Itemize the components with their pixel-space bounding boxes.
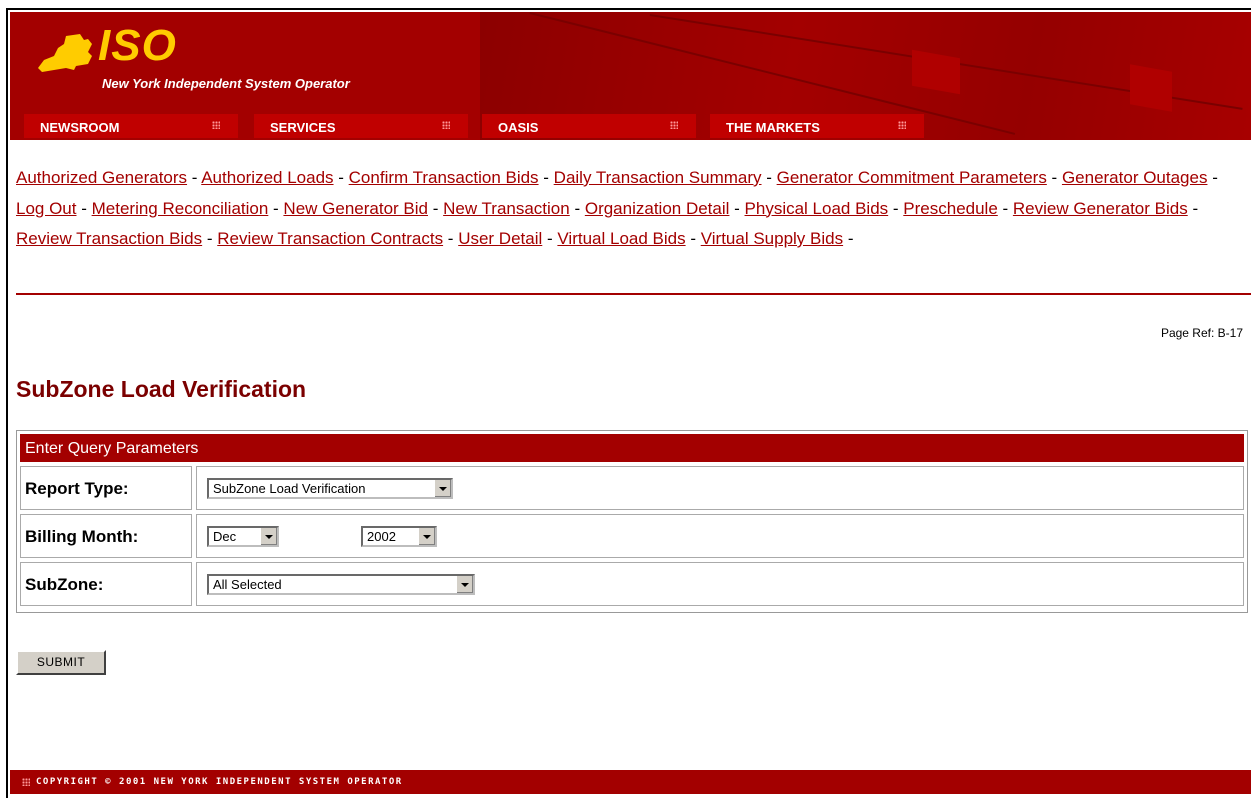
nav-link-daily-transaction-summary[interactable]: Daily Transaction Summary (554, 168, 762, 187)
link-separator: - (542, 229, 558, 248)
query-parameters-table: Enter Query Parameters Report Type: SubZ… (16, 430, 1248, 613)
report-type-label: Report Type: (20, 466, 192, 510)
nav-link-review-transaction-contracts[interactable]: Review Transaction Contracts (217, 229, 443, 248)
nav-link-physical-load-bids[interactable]: Physical Load Bids (745, 199, 889, 218)
nav-link-preschedule[interactable]: Preschedule (903, 199, 998, 218)
link-separator: - (268, 198, 284, 218)
link-separator: - (761, 168, 777, 187)
link-separator: - (997, 198, 1013, 218)
nav-tab-label: OASIS (498, 120, 539, 135)
grip-icon (22, 778, 30, 786)
link-separator: - (538, 168, 554, 187)
logo-wordmark[interactable]: ISO (98, 22, 177, 70)
link-separator: - (843, 229, 854, 248)
link-separator: - (685, 229, 701, 248)
nav-link-new-transaction[interactable]: New Transaction (443, 199, 570, 218)
nav-link-metering-reconciliation[interactable]: Metering Reconciliation (92, 199, 269, 218)
divider (16, 293, 1251, 295)
submit-button[interactable]: SUBMIT (16, 650, 106, 675)
subzone-row: SubZone: All Selected (20, 562, 1244, 606)
month-select[interactable]: Dec (207, 526, 279, 547)
dropdown-arrow-icon[interactable] (434, 480, 451, 497)
logo-tagline: New York Independent System Operator (102, 76, 350, 91)
nav-link-generator-outages[interactable]: Generator Outages (1062, 168, 1208, 187)
nav-link-new-generator-bid[interactable]: New Generator Bid (283, 199, 428, 218)
link-separator: - (569, 198, 585, 218)
link-separator: - (729, 198, 745, 218)
billing-month-label: Billing Month: (20, 514, 192, 558)
link-separator: - (888, 198, 904, 218)
link-separator: - (333, 168, 349, 187)
function-links: Authorized Generators - Authorized Loads… (16, 163, 1250, 255)
nav-tab-services[interactable]: SERVICES (254, 114, 468, 138)
nav-tab-label: NEWSROOM (40, 120, 120, 135)
nav-link-virtual-load-bids[interactable]: Virtual Load Bids (557, 229, 685, 248)
subzone-label: SubZone: (20, 562, 192, 606)
query-header: Enter Query Parameters (20, 434, 1244, 462)
nav-link-virtual-supply-bids[interactable]: Virtual Supply Bids (701, 229, 843, 248)
month-value: Dec (213, 529, 237, 544)
link-separator: - (1187, 198, 1199, 218)
browser-page: ISO New York Independent System Operator… (6, 8, 1251, 798)
nav-link-authorized-generators[interactable]: Authorized Generators (16, 168, 187, 187)
dropdown-arrow-icon[interactable] (260, 528, 277, 545)
grip-icon (898, 121, 906, 129)
report-type-value: SubZone Load Verification (213, 481, 366, 496)
link-separator: - (428, 198, 444, 218)
copyright-text: COPYRIGHT © 2001 NEW YORK INDEPENDENT SY… (36, 777, 403, 787)
new-york-state-icon (38, 34, 92, 72)
footer: COPYRIGHT © 2001 NEW YORK INDEPENDENT SY… (10, 770, 1251, 794)
link-separator: - (76, 198, 92, 218)
site-header: ISO New York Independent System Operator… (10, 12, 1251, 140)
page-title: SubZone Load Verification (16, 376, 307, 402)
nav-tab-label: SERVICES (270, 120, 336, 135)
nav-tab-label: THE MARKETS (726, 120, 820, 135)
header-decoration-block (1130, 64, 1172, 112)
report-type-row: Report Type: SubZone Load Verification (20, 466, 1244, 510)
nav-link-log-out[interactable]: Log Out (16, 199, 77, 218)
billing-month-row: Billing Month: Dec 2002 (20, 514, 1244, 558)
nav-tab-newsroom[interactable]: NEWSROOM (24, 114, 238, 138)
nav-link-user-detail[interactable]: User Detail (458, 229, 542, 248)
link-separator: - (1046, 168, 1062, 187)
year-select[interactable]: 2002 (361, 526, 437, 547)
nav-link-organization-detail[interactable]: Organization Detail (585, 199, 730, 218)
billing-month-cell: Dec 2002 (196, 514, 1244, 558)
nav-tab-oasis[interactable]: OASIS (482, 114, 696, 138)
subzone-value: All Selected (213, 577, 282, 592)
report-type-cell: SubZone Load Verification (196, 466, 1244, 510)
link-separator: - (443, 229, 459, 248)
link-separator: - (202, 229, 218, 248)
subzone-select[interactable]: All Selected (207, 574, 475, 595)
link-separator: - (187, 168, 202, 187)
nav-link-authorized-loads[interactable]: Authorized Loads (201, 168, 333, 187)
nav-link-confirm-transaction-bids[interactable]: Confirm Transaction Bids (349, 168, 539, 187)
year-value: 2002 (367, 529, 396, 544)
dropdown-arrow-icon[interactable] (456, 576, 473, 593)
nav-link-review-generator-bids[interactable]: Review Generator Bids (1013, 199, 1188, 218)
report-type-select[interactable]: SubZone Load Verification (207, 478, 453, 499)
grip-icon (442, 121, 450, 129)
subzone-cell: All Selected (196, 562, 1244, 606)
nav-link-review-transaction-bids[interactable]: Review Transaction Bids (16, 229, 202, 248)
grip-icon (670, 121, 678, 129)
nav-link-generator-commitment-parameters[interactable]: Generator Commitment Parameters (777, 168, 1047, 187)
grip-icon (212, 121, 220, 129)
page-ref: Page Ref: B-17 (1160, 326, 1243, 340)
nav-tab-the-markets[interactable]: THE MARKETS (710, 114, 924, 138)
dropdown-arrow-icon[interactable] (418, 528, 435, 545)
link-separator: - (1207, 168, 1218, 187)
